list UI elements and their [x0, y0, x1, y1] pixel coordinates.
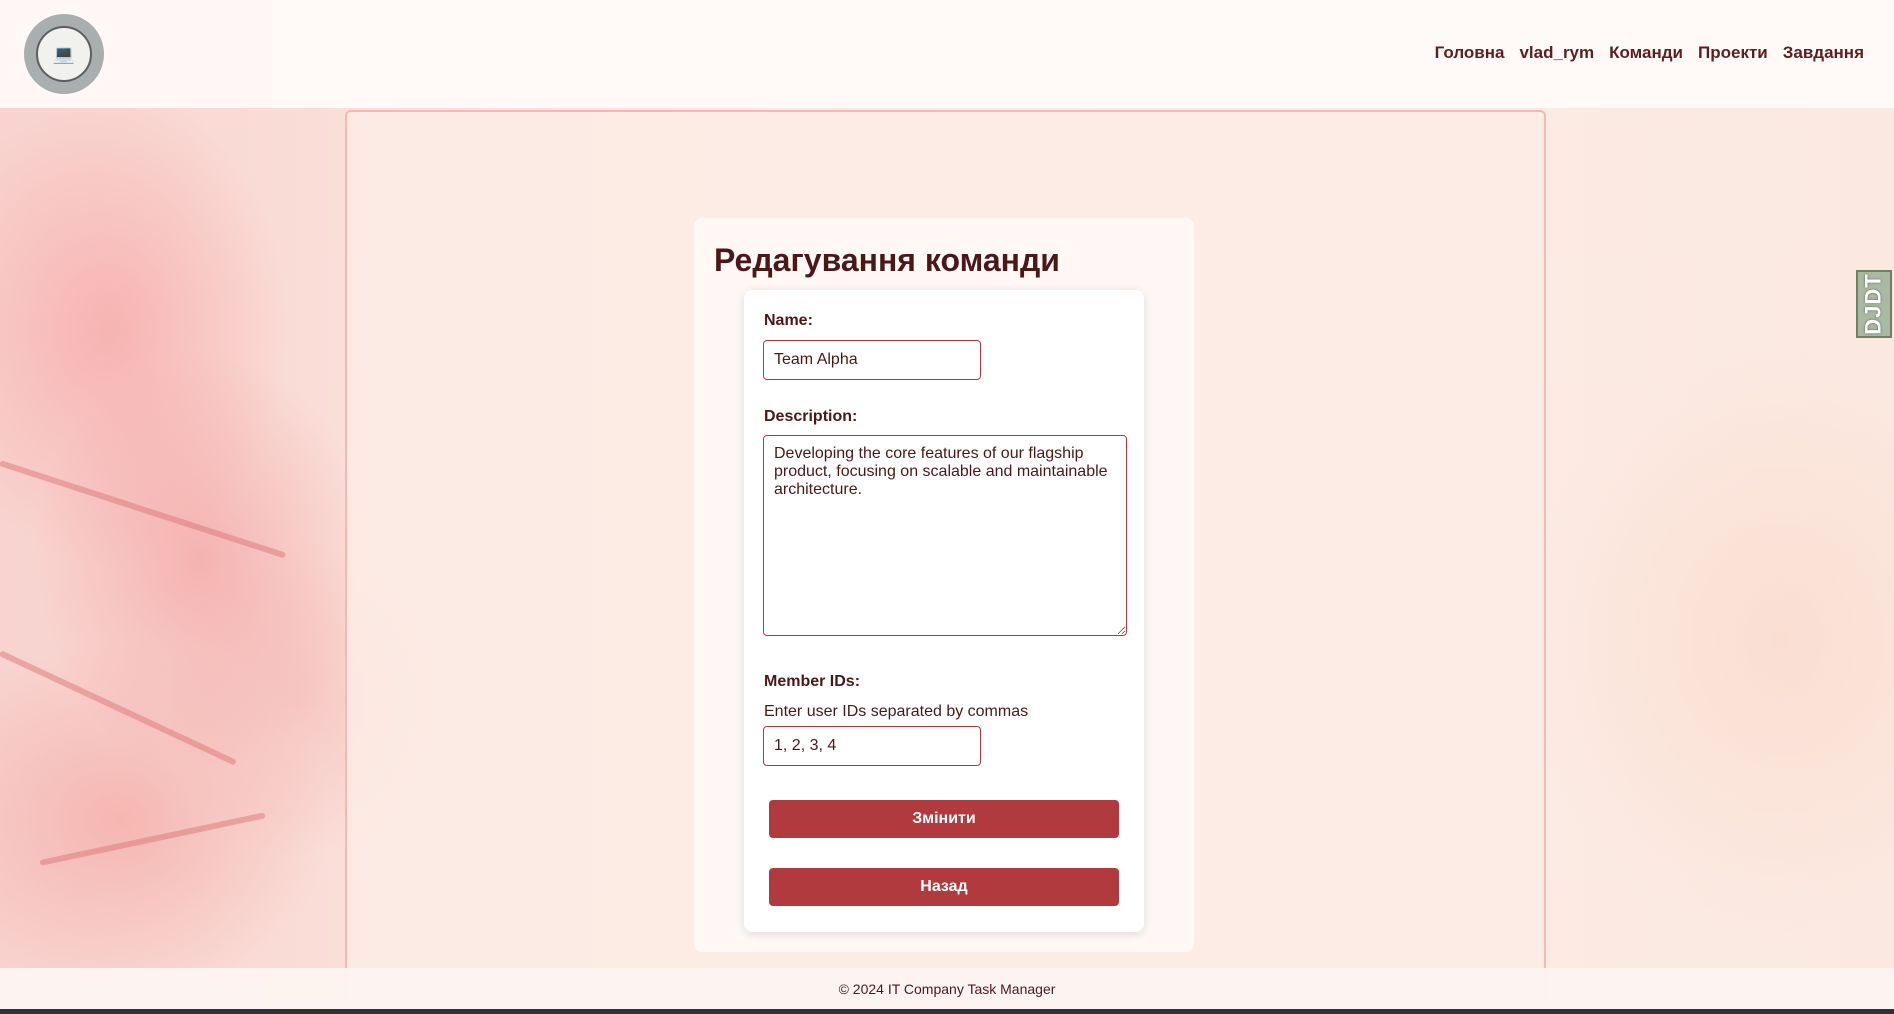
nav-link-user[interactable]: vlad_rym — [1519, 43, 1594, 63]
background-branch — [39, 812, 266, 866]
nav-link-projects[interactable]: Проекти — [1698, 43, 1768, 63]
bottom-bar — [0, 1009, 1894, 1014]
nav-link-teams[interactable]: Команди — [1609, 43, 1683, 63]
name-label: Name: — [764, 312, 813, 329]
debug-toolbar-label: DJDT — [1861, 273, 1887, 335]
page-title: Редагування команди — [714, 242, 1060, 278]
background-branch — [0, 460, 287, 559]
name-input[interactable] — [763, 340, 981, 380]
nav-link-tasks[interactable]: Завдання — [1783, 43, 1864, 63]
site-footer: © 2024 IT Company Task Manager — [0, 968, 1894, 1010]
description-textarea[interactable]: Developing the core features of our flag… — [763, 435, 1127, 636]
background-branch — [0, 650, 237, 766]
description-label: Description: — [764, 408, 858, 425]
debug-toolbar-handle[interactable]: DJDT — [1856, 270, 1892, 338]
back-button[interactable]: Назад — [769, 868, 1119, 906]
site-logo[interactable]: 💻 — [24, 14, 104, 94]
laptop-logo-icon: 💻 — [36, 26, 92, 82]
member-ids-input[interactable] — [763, 726, 981, 766]
submit-button[interactable]: Змінити — [769, 800, 1119, 838]
nav-link-home[interactable]: Головна — [1435, 43, 1505, 63]
members-help-text: Enter user IDs separated by commas — [764, 703, 1029, 720]
site-header: 💻 Головна vlad_rym Команди Проекти Завда… — [0, 0, 1894, 108]
members-label: Member IDs: — [764, 673, 861, 690]
main-nav: Головна vlad_rym Команди Проекти Завданн… — [1435, 43, 1864, 63]
